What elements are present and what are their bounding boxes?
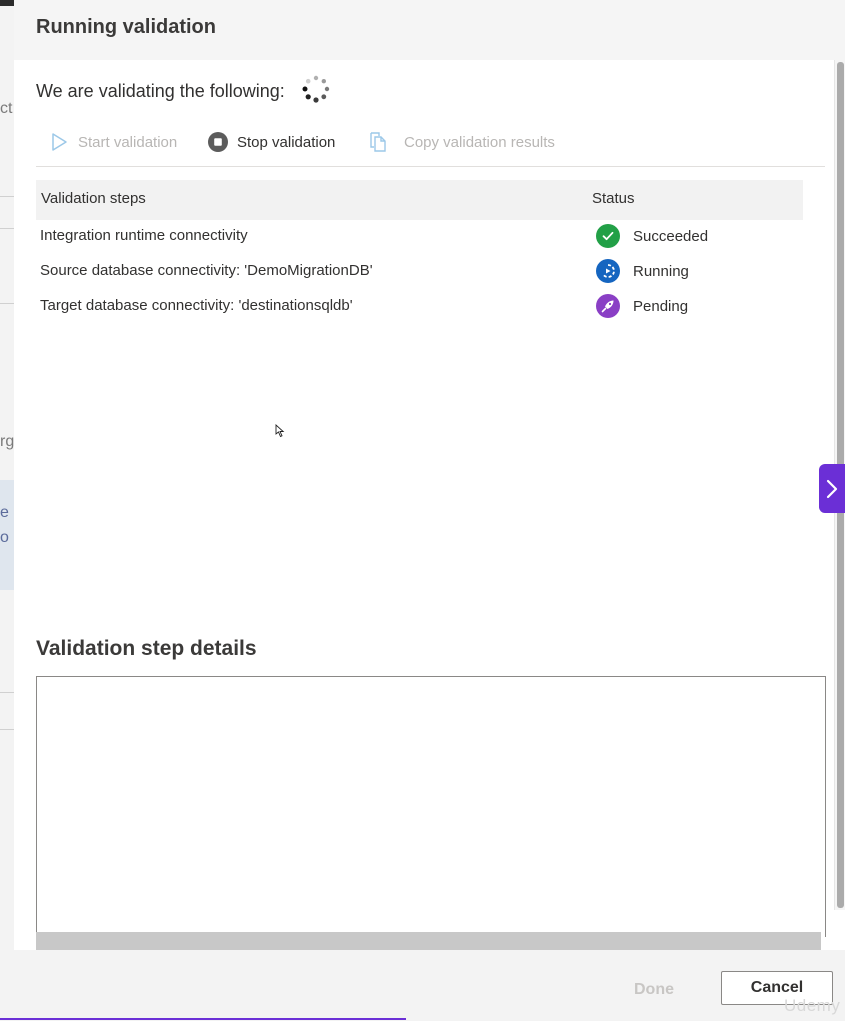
copy-validation-results-button[interactable]: Copy validation results — [367, 128, 555, 156]
status-text: Pending — [633, 297, 689, 315]
status-cell: Running — [596, 259, 689, 283]
background-divider — [0, 692, 14, 693]
background-divider — [0, 196, 14, 197]
column-header-validation-steps: Validation steps — [41, 190, 146, 207]
table-header: Validation steps Status — [36, 180, 803, 220]
chevron-right-icon — [826, 479, 838, 498]
validation-step-name: Integration runtime connectivity — [40, 227, 248, 244]
validation-steps-table: Validation steps Status Integration runt… — [36, 180, 803, 325]
done-button[interactable]: Done — [634, 981, 674, 999]
validation-step-details-title: Validation step details — [36, 637, 257, 660]
rocket-icon — [596, 294, 620, 318]
start-validation-button[interactable]: Start validation — [48, 128, 177, 156]
status-text: Running — [633, 262, 689, 280]
stop-validation-button[interactable]: Stop validation — [207, 128, 335, 156]
background-text-fragment: ct — [0, 100, 13, 117]
column-header-status: Status — [592, 190, 635, 207]
status-text: Succeeded — [633, 227, 709, 245]
play-icon — [48, 131, 70, 153]
intro-text: We are validating the following: — [36, 81, 285, 101]
table-row[interactable]: Integration runtime connectivity Succeed… — [36, 220, 803, 255]
collapse-panel-button[interactable] — [819, 464, 845, 513]
status-cell: Succeeded — [596, 224, 708, 248]
footer-accent-line — [0, 1018, 406, 1020]
loading-spinner-icon — [302, 75, 330, 103]
validation-panel: Running validation We are validating the… — [14, 0, 845, 1021]
validation-step-name: Source database connectivity: 'DemoMigra… — [40, 262, 373, 279]
validation-step-name: Target database connectivity: 'destinati… — [40, 297, 353, 314]
background-divider — [0, 228, 14, 229]
copy-icon — [367, 131, 389, 153]
validation-step-details-box[interactable] — [36, 676, 826, 937]
watermark: Udemy — [784, 996, 841, 1015]
stop-validation-label: Stop validation — [237, 133, 336, 151]
table-row[interactable]: Source database connectivity: 'DemoMigra… — [36, 255, 803, 290]
table-row[interactable]: Target database connectivity: 'destinati… — [36, 290, 803, 325]
running-icon — [596, 259, 620, 283]
mouse-cursor-icon — [275, 424, 285, 438]
background-text-fragment: rg — [0, 433, 15, 450]
background-divider — [0, 729, 14, 730]
background-divider — [0, 303, 14, 304]
horizontal-scrollbar[interactable] — [36, 932, 821, 950]
stop-icon — [207, 131, 229, 153]
copy-validation-results-label: Copy validation results — [404, 133, 555, 151]
panel-header: Running validation — [14, 0, 845, 60]
panel-title: Running validation — [36, 16, 216, 38]
validation-toolbar: Start validation Stop validation Copy va… — [36, 128, 825, 167]
check-circle-icon — [596, 224, 620, 248]
start-validation-label: Start validation — [78, 133, 178, 151]
status-cell: Pending — [596, 294, 688, 318]
